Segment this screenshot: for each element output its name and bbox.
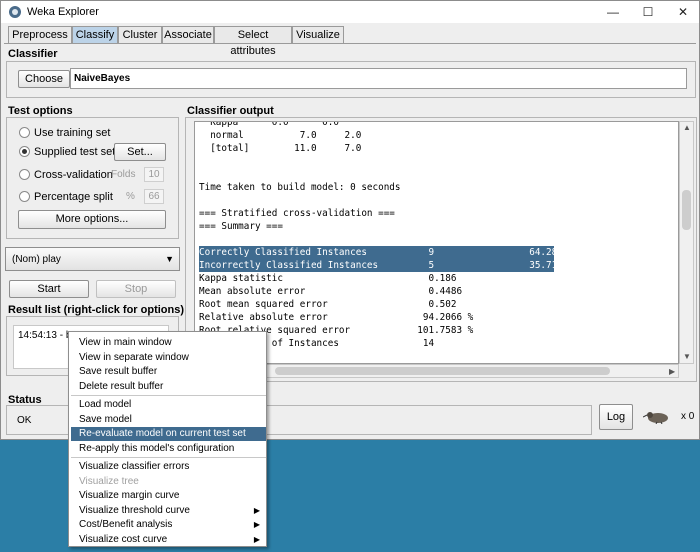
cross-validation-radio[interactable] bbox=[19, 169, 30, 180]
output-vertical-scrollbar[interactable]: ▲ ▼ bbox=[679, 121, 694, 364]
menu-item-visualize-cost-curve[interactable]: Visualize cost curve ▶ bbox=[71, 533, 266, 547]
output-line: Root mean squared error 0.502 bbox=[199, 299, 457, 310]
menu-item-label: Visualize classifier errors bbox=[79, 461, 190, 472]
output-line: Kappa statistic 0.186 bbox=[199, 273, 457, 284]
percentage-split-label: Percentage split bbox=[34, 191, 113, 203]
menu-item-visualize-threshold-curve[interactable]: Visualize threshold curve ▶ bbox=[71, 504, 266, 518]
classifier-name-field[interactable]: NaiveBayes bbox=[70, 68, 687, 89]
menu-item-label: Visualize margin curve bbox=[79, 490, 180, 501]
choose-button[interactable]: Choose bbox=[18, 70, 70, 88]
task-count: x 0 bbox=[681, 411, 695, 422]
output-line: === Stratified cross-validation === bbox=[199, 208, 395, 219]
weka-app-icon bbox=[9, 6, 21, 18]
result-list-item[interactable]: 14:54:13 - b bbox=[18, 330, 71, 341]
menu-separator bbox=[71, 395, 266, 396]
weka-bird-icon bbox=[643, 412, 668, 424]
more-options-button[interactable]: More options... bbox=[18, 210, 166, 229]
menu-item-label: Save model bbox=[79, 413, 132, 425]
menu-item-re-apply-this-model-s-configuration[interactable]: Re-apply this model's configuration bbox=[71, 442, 266, 456]
horizontal-scroll-thumb[interactable] bbox=[275, 367, 610, 375]
submenu-arrow-icon: ▶ bbox=[253, 520, 260, 529]
folds-label: Folds bbox=[111, 169, 136, 180]
use-training-set-label: Use training set bbox=[34, 127, 111, 139]
folds-field[interactable]: 10 bbox=[144, 167, 164, 182]
output-line: Incorrectly Classified Instances 5 35.71… bbox=[199, 259, 580, 272]
output-line: Time taken to build model: 0 seconds bbox=[199, 182, 401, 193]
menu-item-save-result-buffer[interactable]: Save result buffer bbox=[71, 365, 266, 379]
class-attribute-select[interactable]: (Nom) play ▼ bbox=[5, 247, 180, 271]
log-button[interactable]: Log bbox=[599, 404, 633, 430]
menu-separator bbox=[71, 457, 266, 458]
maximize-button[interactable]: ☐ bbox=[634, 3, 662, 21]
stop-button[interactable]: Stop bbox=[96, 280, 176, 298]
scroll-right-icon[interactable]: ▶ bbox=[669, 367, 675, 376]
menu-item-label: Save result buffer bbox=[79, 366, 158, 377]
menu-item-delete-result-buffer[interactable]: Delete result buffer bbox=[71, 380, 266, 394]
scroll-down-icon[interactable]: ▼ bbox=[683, 352, 691, 361]
output-line: normal 7.0 2.0 bbox=[199, 130, 362, 141]
menu-item-label: Visualize tree bbox=[79, 475, 139, 487]
tab-cluster[interactable]: Cluster bbox=[118, 26, 162, 44]
output-line: === Summary === bbox=[199, 221, 283, 232]
set-test-set-button[interactable]: Set... bbox=[114, 143, 166, 161]
menu-item-label: Visualize cost curve bbox=[79, 533, 168, 545]
menu-item-re-evaluate-model-on-current-test-set[interactable]: Re-evaluate model on current test set bbox=[71, 427, 266, 441]
tab-classify[interactable]: Classify bbox=[72, 26, 118, 44]
result-context-menu: View in main window View in separate wind… bbox=[68, 331, 267, 547]
tab-associate[interactable]: Associate bbox=[162, 26, 214, 44]
submenu-arrow-icon: ▶ bbox=[253, 505, 260, 515]
percentage-split-radio[interactable] bbox=[19, 191, 30, 202]
output-line: Correctly Classified Instances 9 64.2857… bbox=[199, 246, 580, 259]
vertical-scroll-thumb[interactable] bbox=[682, 190, 691, 230]
menu-item-label: Visualize threshold curve bbox=[79, 504, 190, 516]
menu-item-visualize-margin-curve[interactable]: Visualize margin curve bbox=[71, 489, 266, 503]
menu-item-view-in-separate-window[interactable]: View in separate window bbox=[71, 351, 266, 365]
menu-item-cost-benefit-analysis[interactable]: Cost/Benefit analysis ▶ bbox=[71, 518, 266, 532]
classifier-section-label: Classifier bbox=[8, 48, 58, 60]
classifier-output-section-label: Classifier output bbox=[187, 105, 274, 117]
title-bar: Weka Explorer — ☐ ✕ bbox=[1, 1, 699, 23]
tab-divider bbox=[4, 43, 696, 44]
use-training-set-radio[interactable] bbox=[19, 127, 30, 138]
tab-preprocess[interactable]: Preprocess bbox=[8, 26, 72, 44]
output-line: [total] 11.0 7.0 bbox=[199, 143, 362, 154]
menu-item-label: Re-apply this model's configuration bbox=[79, 442, 235, 454]
scroll-up-icon[interactable]: ▲ bbox=[683, 123, 691, 132]
start-button[interactable]: Start bbox=[9, 280, 89, 298]
menu-item-label: Cost/Benefit analysis bbox=[79, 519, 173, 530]
window-title: Weka Explorer bbox=[27, 6, 99, 18]
menu-item-label: Delete result buffer bbox=[79, 380, 164, 392]
menu-item-view-in-main-window[interactable]: View in main window bbox=[71, 336, 266, 350]
result-list-section-label: Result list (right-click for options) bbox=[8, 304, 185, 316]
output-line: Relative absolute error 94.2066 % bbox=[199, 312, 474, 323]
minimize-button[interactable]: — bbox=[599, 3, 627, 21]
menu-item-label: Load model bbox=[79, 399, 132, 410]
tab-select-attributes[interactable]: Select attributes bbox=[214, 26, 292, 57]
menu-item-label: View in main window bbox=[79, 337, 172, 348]
menu-item-save-model[interactable]: Save model bbox=[71, 413, 266, 427]
percent-symbol: % bbox=[126, 191, 135, 202]
menu-item-visualize-tree[interactable]: Visualize tree bbox=[71, 475, 266, 489]
status-text: OK bbox=[17, 415, 32, 426]
tab-visualize[interactable]: Visualize bbox=[292, 26, 344, 44]
supplied-test-set-label: Supplied test set bbox=[34, 146, 116, 158]
menu-item-load-model[interactable]: Load model bbox=[71, 398, 266, 412]
cross-validation-label: Cross-validation bbox=[34, 169, 113, 181]
percentage-field[interactable]: 66 bbox=[144, 189, 164, 204]
chevron-down-icon: ▼ bbox=[165, 254, 174, 264]
submenu-arrow-icon: ▶ bbox=[253, 534, 260, 544]
menu-item-visualize-classifier-errors[interactable]: Visualize classifier errors bbox=[71, 460, 266, 474]
menu-item-label: View in separate window bbox=[79, 351, 189, 363]
supplied-test-set-radio[interactable] bbox=[19, 146, 30, 157]
output-line: Kappa 0.0 0.0 bbox=[199, 121, 339, 128]
classifier-output-text[interactable]: Kappa 0.0 0.0 normal 7.0 2.0 [total] 11.… bbox=[194, 121, 679, 364]
test-options-section-label: Test options bbox=[8, 105, 73, 117]
output-line: Mean absolute error 0.4486 bbox=[199, 286, 463, 297]
menu-item-label: Re-evaluate model on current test set bbox=[79, 428, 246, 439]
close-button[interactable]: ✕ bbox=[669, 3, 697, 21]
class-attribute-value: (Nom) play bbox=[12, 254, 61, 265]
